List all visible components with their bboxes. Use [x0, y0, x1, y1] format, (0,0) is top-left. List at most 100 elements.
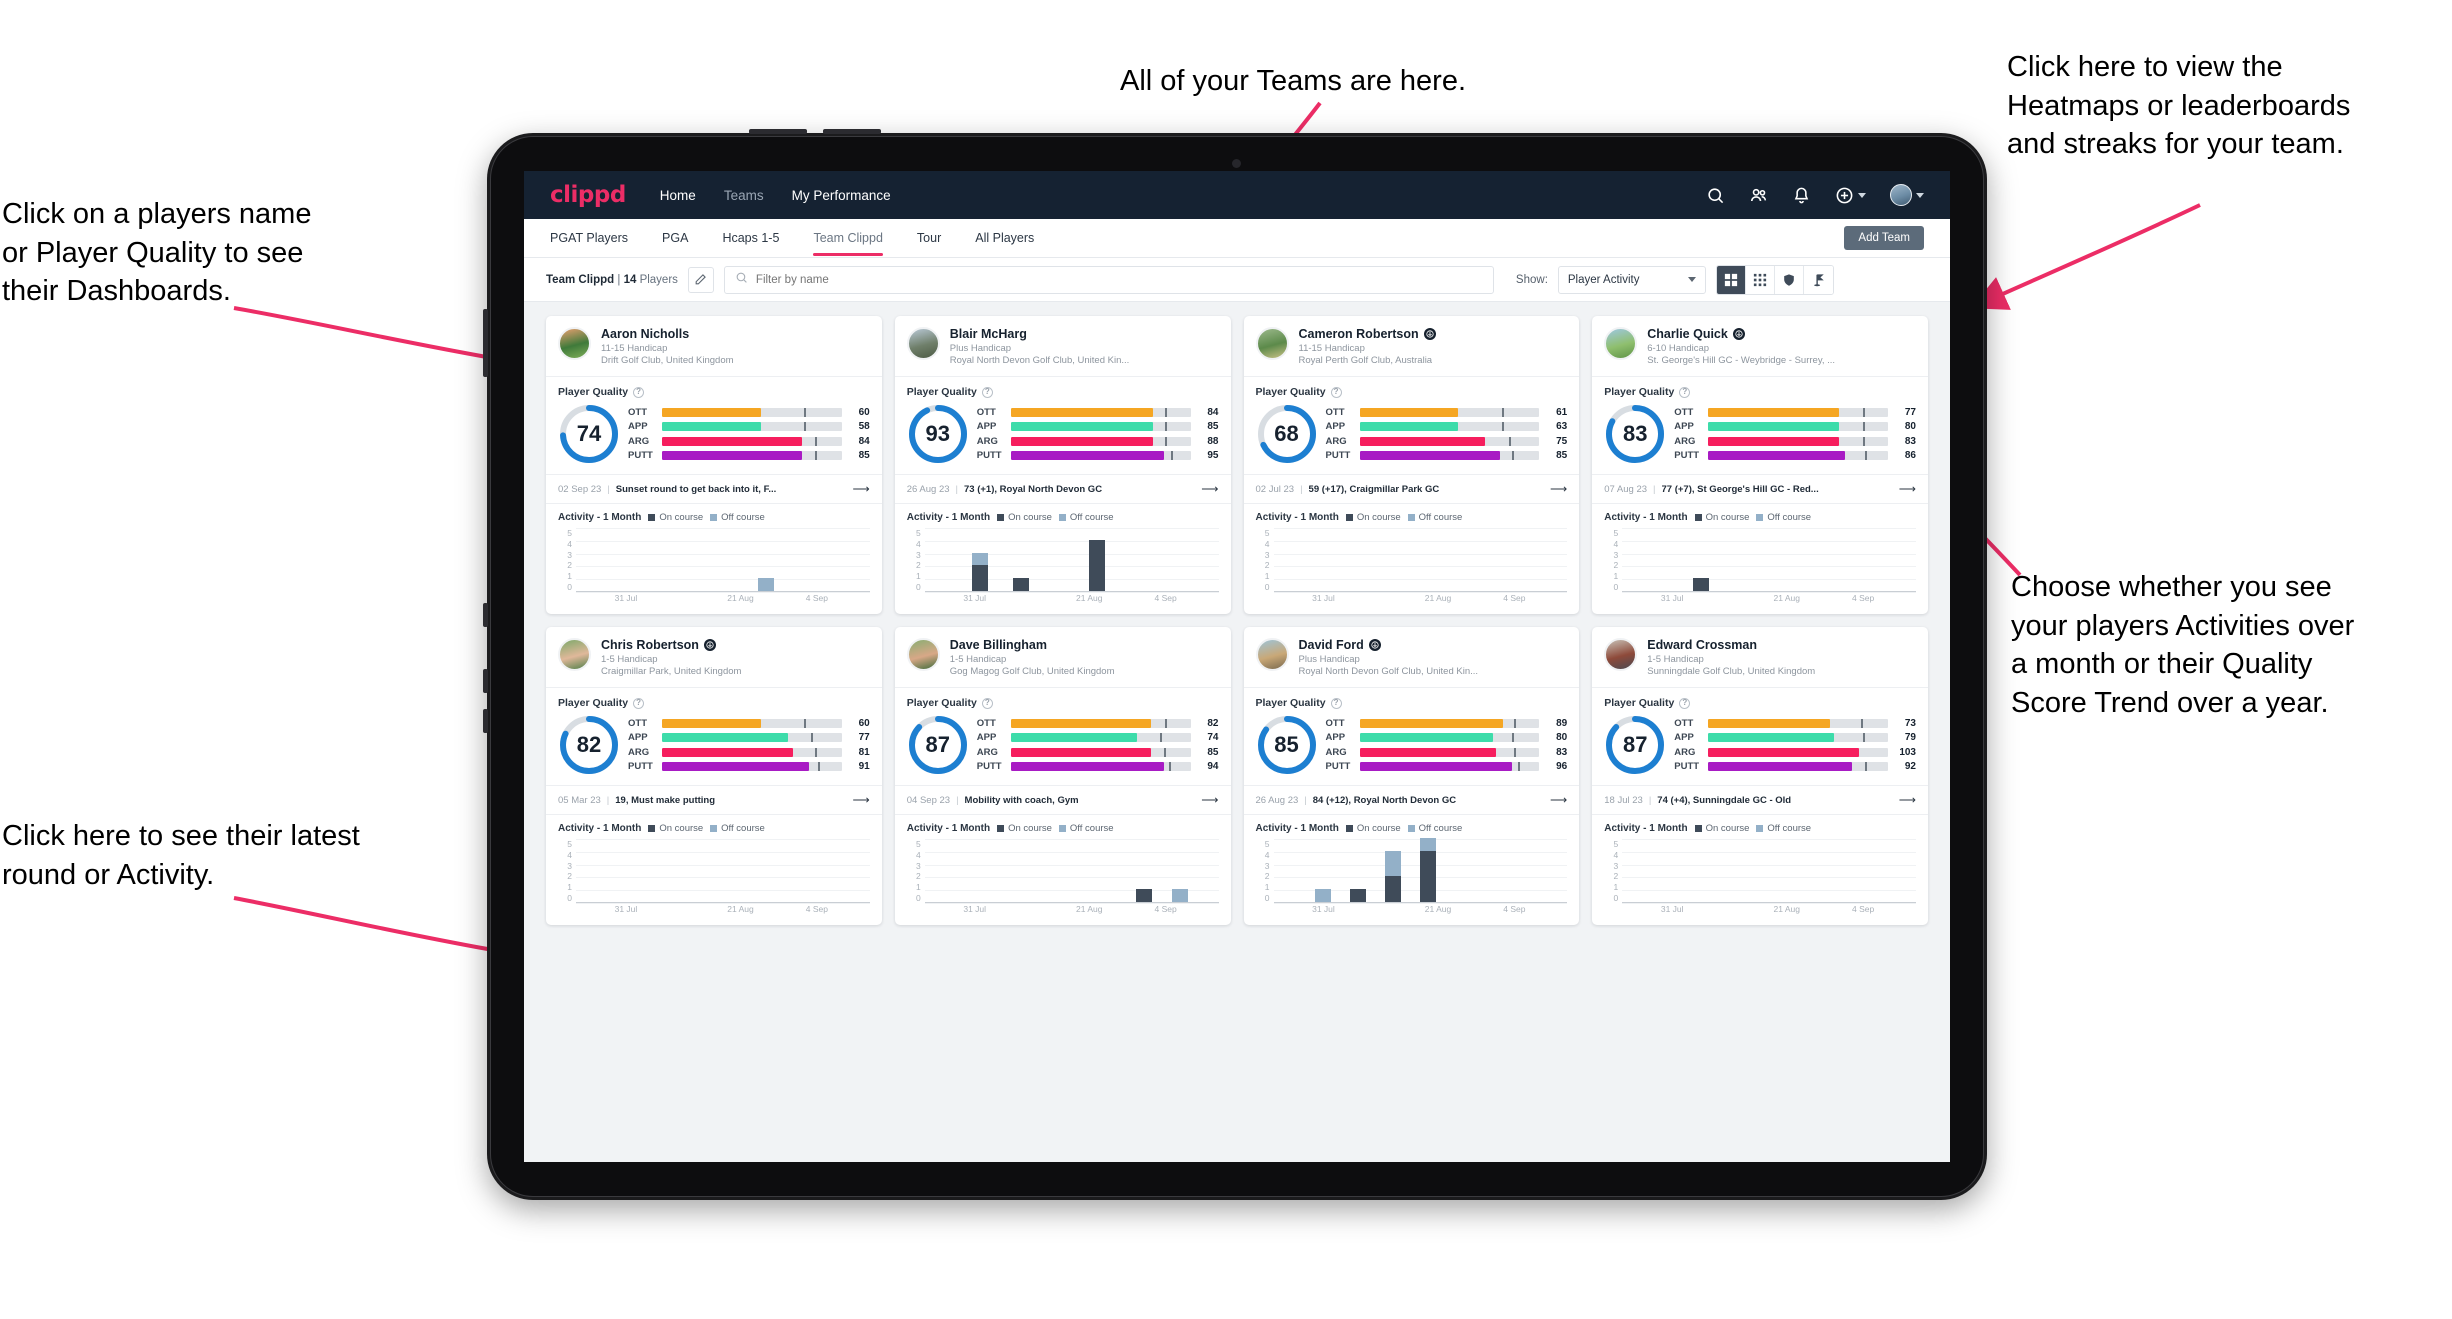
player-name[interactable]: Blair McHarg — [950, 327, 1130, 341]
bell-icon[interactable] — [1792, 186, 1811, 205]
legend-off-course-label: Off course — [721, 512, 765, 523]
player-quality-section[interactable]: Player Quality ? 74 OTT 60 APP 58 ARG 84… — [546, 376, 882, 474]
player-card-header[interactable]: Dave Billingham 1-5 Handicap Gog Magog G… — [895, 627, 1231, 687]
nav-teams[interactable]: Teams — [724, 188, 764, 203]
tab-pga[interactable]: PGA — [662, 219, 688, 258]
avatar[interactable] — [1890, 184, 1912, 206]
add-team-button[interactable]: Add Team — [1844, 226, 1924, 250]
player-card-header[interactable]: David Ford Plus Handicap Royal North Dev… — [1244, 627, 1580, 687]
player-name[interactable]: Dave Billingham — [950, 638, 1115, 652]
help-circle-icon[interactable]: ? — [981, 386, 993, 398]
player-name[interactable]: Chris Robertson — [601, 638, 741, 652]
player-quality-section[interactable]: Player Quality ? 93 OTT 84 APP 85 ARG 88… — [894, 376, 1231, 474]
player-card-header[interactable]: Cameron Robertson 11-15 Handicap Royal P… — [1244, 316, 1580, 376]
help-circle-icon[interactable]: ? — [633, 697, 645, 709]
help-circle-icon[interactable]: ? — [1679, 697, 1691, 709]
arrow-right-icon[interactable]: ⟶ — [853, 793, 870, 807]
latest-round-row[interactable]: 07 Aug 23 | 77 (+7), St George's Hill GC… — [1592, 474, 1928, 503]
avatar[interactable] — [906, 327, 940, 360]
arrow-right-icon[interactable]: ⟶ — [1550, 482, 1567, 496]
flag-view-icon[interactable] — [1803, 265, 1833, 294]
volume-button-down[interactable] — [823, 129, 881, 134]
tab-hcaps-1-5[interactable]: Hcaps 1-5 — [722, 219, 779, 258]
player-name[interactable]: Edward Crossman — [1647, 638, 1815, 652]
legend-swatch-icon — [1694, 514, 1702, 521]
player-card-header[interactable]: Blair McHarg Plus Handicap Royal North D… — [895, 316, 1231, 376]
arrow-right-icon[interactable]: ⟶ — [1899, 793, 1916, 807]
player-quality-section[interactable]: Player Quality ? 82 OTT 60 APP 77 ARG 81… — [546, 687, 882, 785]
latest-round-row[interactable]: 05 Mar 23 | 19, Must make putting ⟶ — [546, 785, 882, 814]
people-icon[interactable] — [1749, 186, 1768, 205]
arrow-right-icon[interactable]: ⟶ — [1201, 482, 1218, 496]
quality-metric-row: APP 63 — [1326, 421, 1568, 432]
help-circle-icon[interactable]: ? — [1330, 386, 1342, 398]
player-quality-section[interactable]: Player Quality ? 87 OTT — [894, 687, 1231, 785]
avatar[interactable] — [558, 638, 591, 671]
latest-round-row[interactable]: 26 Aug 23 | 84 (+12), Royal North Devon … — [1243, 785, 1580, 814]
help-circle-icon[interactable]: ? — [981, 697, 993, 709]
player-card[interactable]: Blair McHarg Plus Handicap Royal North D… — [894, 316, 1231, 614]
search-icon[interactable] — [1706, 186, 1725, 205]
player-name[interactable]: Charlie Quick — [1647, 327, 1835, 341]
latest-round-row[interactable]: 02 Jul 23 | 59 (+17), Craigmillar Park G… — [1243, 474, 1580, 503]
plus-circle-icon[interactable] — [1835, 186, 1854, 205]
latest-round-row[interactable]: 18 Jul 23 | 74 (+4), Sunningdale GC - Ol… — [1592, 785, 1928, 814]
help-circle-icon[interactable]: ? — [1679, 386, 1691, 398]
profile-menu[interactable] — [1890, 184, 1924, 206]
clippd-logo[interactable]: clippd — [550, 182, 626, 208]
arrow-right-icon[interactable]: ⟶ — [1550, 793, 1567, 807]
arrow-right-icon[interactable]: ⟶ — [853, 482, 870, 496]
tab-tour[interactable]: Tour — [917, 219, 941, 258]
player-card-header[interactable]: Charlie Quick 6-10 Handicap St. George's… — [1592, 316, 1928, 376]
arrow-right-icon[interactable]: ⟶ — [1201, 793, 1218, 807]
grid-view-icon[interactable] — [1716, 265, 1746, 294]
player-quality-section[interactable]: Player Quality ? 83 OTT 77 APP 80 ARG 83… — [1592, 376, 1928, 474]
shield-view-icon[interactable] — [1774, 265, 1804, 294]
latest-round-row[interactable]: 26 Aug 23 | 73 (+1), Royal North Devon G… — [894, 474, 1231, 503]
avatar[interactable] — [906, 638, 940, 671]
add-menu[interactable] — [1835, 186, 1866, 205]
volume-button-up[interactable] — [749, 129, 807, 134]
nav-home[interactable]: Home — [660, 188, 696, 203]
player-name[interactable]: Aaron Nicholls — [601, 327, 734, 341]
player-quality-section[interactable]: Player Quality ? 68 OTT 61 APP 63 ARG 75… — [1243, 376, 1580, 474]
power-button[interactable] — [483, 309, 488, 377]
search-input-wrapper[interactable] — [723, 265, 1494, 294]
player-card-header[interactable]: Aaron Nicholls 11-15 Handicap Drift Golf… — [546, 316, 882, 376]
help-circle-icon[interactable]: ? — [1330, 697, 1342, 709]
metric-value: 89 — [1556, 717, 1568, 729]
dots-grid-view-icon[interactable] — [1745, 265, 1775, 294]
tab-team-clippd[interactable]: Team Clippd — [813, 219, 884, 258]
player-card-header[interactable]: Edward Crossman 1-5 Handicap Sunningdale… — [1592, 627, 1928, 687]
player-name[interactable]: Cameron Robertson — [1299, 327, 1436, 341]
tab-all-players[interactable]: All Players — [975, 219, 1034, 258]
player-card[interactable]: Dave Billingham 1-5 Handicap Gog Magog G… — [894, 627, 1231, 925]
latest-round-row[interactable]: 02 Sep 23 | Sunset round to get back int… — [546, 474, 882, 503]
avatar[interactable] — [558, 327, 591, 360]
round-description: 77 (+7), St George's Hill GC - Red... — [1661, 483, 1819, 495]
avatar[interactable] — [1604, 638, 1638, 671]
latest-round-row[interactable]: 04 Sep 23 | Mobility with coach, Gym ⟶ — [894, 785, 1231, 814]
player-quality-section[interactable]: Player Quality ? 85 OTT 89 APP 80 ARG 83… — [1243, 687, 1580, 785]
player-card[interactable]: Edward Crossman 1-5 Handicap Sunningdale… — [1592, 627, 1928, 925]
chart-y-axis: 543210 — [907, 839, 921, 903]
arrow-right-icon[interactable]: ⟶ — [1899, 482, 1916, 496]
avatar[interactable] — [1255, 638, 1289, 671]
player-card-header[interactable]: Chris Robertson 1-5 Handicap Craigmillar… — [546, 627, 882, 687]
pencil-icon[interactable] — [687, 266, 714, 293]
player-card[interactable]: Cameron Robertson 11-15 Handicap Royal P… — [1243, 316, 1580, 614]
avatar[interactable] — [1255, 327, 1289, 360]
help-circle-icon[interactable]: ? — [633, 386, 645, 398]
player-quality-section[interactable]: Player Quality ? 87 OTT — [1592, 687, 1928, 785]
show-select[interactable]: Player Activity — [1557, 265, 1706, 294]
player-card[interactable]: Charlie Quick 6-10 Handicap St. George's… — [1592, 316, 1928, 614]
player-card[interactable]: Aaron Nicholls 11-15 Handicap Drift Golf… — [546, 316, 882, 614]
player-name[interactable]: David Ford — [1299, 638, 1479, 652]
player-card[interactable]: Chris Robertson 1-5 Handicap Craigmillar… — [546, 627, 882, 925]
avatar[interactable] — [1604, 327, 1638, 360]
search-input[interactable] — [755, 273, 1483, 286]
player-card[interactable]: David Ford Plus Handicap Royal North Dev… — [1243, 627, 1580, 925]
nav-my-performance[interactable]: My Performance — [792, 188, 891, 203]
activity-header: Activity - 1 Month On course Off course — [1604, 512, 1916, 523]
tab-pgat-players[interactable]: PGAT Players — [550, 219, 628, 258]
